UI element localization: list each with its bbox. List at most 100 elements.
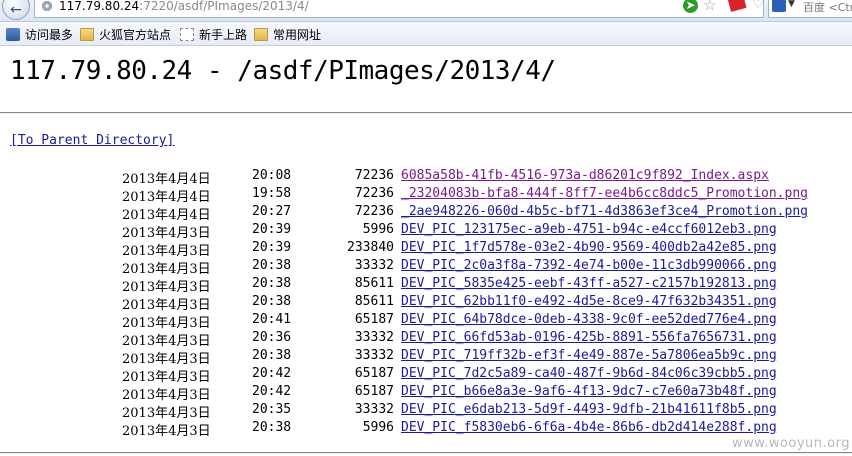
file-time: 20:41 xyxy=(252,312,292,327)
bookmark-label: 新手上路 xyxy=(199,27,248,42)
navigation-toolbar: ← 117.79.80.24:7220/asdf/PImages/2013/4/… xyxy=(0,0,852,22)
back-arrow-icon: ← xyxy=(10,2,22,18)
file-link[interactable]: DEV_PIC_f5830eb6-6f6a-4b4e-86b6-db2d414e… xyxy=(401,420,777,435)
file-row: 2013年4月4日 20:08 72236 6085a58b-41fb-4516-97… xyxy=(0,168,852,187)
file-date: 2013年4月3日 xyxy=(122,334,211,349)
file-link[interactable]: DEV_PIC_62bb11f0-e492-4d5e-8ce9-47f632b3… xyxy=(401,294,777,309)
search-input[interactable]: 百度 <Ctr xyxy=(803,0,852,15)
file-time: 20:35 xyxy=(252,402,292,417)
file-link[interactable]: DEV_PIC_5835e425-eebf-43ff-a527-c2157b19… xyxy=(401,276,777,291)
file-time: 20:39 xyxy=(252,240,292,255)
file-row: 2013年4月3日 20:38 33332 DEV_PIC_2c0a3f8a-7392… xyxy=(0,258,852,277)
file-date: 2013年4月4日 xyxy=(122,190,211,205)
file-row: 2013年4月4日 20:27 72236 _2ae948226-060d-4b5c-… xyxy=(0,204,852,223)
parent-directory-link[interactable]: [To Parent Directory] xyxy=(10,133,174,148)
url-text[interactable]: 117.79.80.24:7220/asdf/PImages/2013/4/ xyxy=(59,0,309,13)
star-icon[interactable]: ☆ xyxy=(703,0,716,14)
flag-icon[interactable] xyxy=(727,0,747,12)
bookmark-getting-started[interactable]: 新手上路 xyxy=(180,26,247,42)
file-row: 2013年4月3日 20:41 65187 DEV_PIC_64b78dce-0deb… xyxy=(0,312,852,331)
file-date: 2013年4月3日 xyxy=(122,226,211,241)
file-link[interactable]: DEV_PIC_1f7d578e-03e2-4b90-9569-400db2a4… xyxy=(401,240,777,255)
file-date: 2013年4月3日 xyxy=(122,298,211,313)
folder-icon xyxy=(80,27,94,41)
file-link[interactable]: DEV_PIC_e6dab213-5d9f-4493-9dfb-21b41611… xyxy=(401,402,777,417)
file-time: 20:38 xyxy=(252,294,292,309)
bookmark-label: 常用网址 xyxy=(273,27,322,42)
file-time: 20:38 xyxy=(252,348,292,363)
file-row: 2013年4月3日 20:42 65187 DEV_PIC_7d2c5a89-ca40… xyxy=(0,366,852,385)
file-row: 2013年4月3日 20:35 33332 DEV_PIC_e6dab213-5d9f… xyxy=(0,402,852,421)
file-link[interactable]: DEV_PIC_64b78dce-0deb-4338-9c0f-ee52ded7… xyxy=(401,312,777,327)
file-row: 2013年4月3日 20:38 5996 DEV_PIC_f5830eb6-6f6a-… xyxy=(0,420,852,439)
file-size: 33332 xyxy=(354,348,394,363)
file-link[interactable]: _23204083b-bfa8-444f-8ff7-ee4b6cc8ddc5_P… xyxy=(401,186,808,201)
address-bar[interactable]: 117.79.80.24:7220/asdf/PImages/2013/4/ ➤… xyxy=(34,0,798,18)
file-time: 20:27 xyxy=(252,204,292,219)
page-icon xyxy=(180,27,194,41)
site-identity-icon[interactable] xyxy=(41,0,53,12)
file-row: 2013年4月3日 20:38 85611 DEV_PIC_5835e425-eebf… xyxy=(0,276,852,295)
file-row: 2013年4月3日 20:38 85611 DEV_PIC_62bb11f0-e492… xyxy=(0,294,852,313)
file-time: 20:38 xyxy=(252,276,292,291)
file-size: 233840 xyxy=(347,240,394,255)
bookmark-firefox-site[interactable]: 火狐官方站点 xyxy=(80,26,171,42)
file-date: 2013年4月3日 xyxy=(122,388,211,403)
file-time: 20:36 xyxy=(252,330,292,345)
file-size: 72236 xyxy=(354,168,394,183)
file-time: 20:39 xyxy=(252,222,292,237)
most-visited-icon xyxy=(6,27,20,41)
bookmarks-toolbar: 访问最多 火狐官方站点 新手上路 常用网址 xyxy=(0,22,852,46)
folder-icon xyxy=(254,27,268,41)
back-button[interactable]: ← xyxy=(2,0,30,20)
page-title: 117.79.80.24 - /asdf/PImages/2013/4/ xyxy=(10,56,556,86)
file-size: 85611 xyxy=(354,294,394,309)
file-time: 20:42 xyxy=(252,384,292,399)
file-size: 65187 xyxy=(354,384,394,399)
bookmark-common-sites[interactable]: 常用网址 xyxy=(254,26,321,42)
divider xyxy=(0,452,852,454)
file-date: 2013年4月3日 xyxy=(122,370,211,385)
divider xyxy=(0,112,852,114)
file-date: 2013年4月3日 xyxy=(122,280,211,295)
file-link[interactable]: DEV_PIC_66fd53ab-0196-425b-8891-556fa765… xyxy=(401,330,777,345)
file-link[interactable]: 6085a58b-41fb-4516-973a-d86201c9f892_Ind… xyxy=(401,168,769,183)
baidu-icon[interactable] xyxy=(772,0,786,12)
file-size: 33332 xyxy=(354,330,394,345)
file-date: 2013年4月3日 xyxy=(122,316,211,331)
bookmark-label: 访问最多 xyxy=(25,27,74,42)
url-host: 117.79.80.24 xyxy=(59,0,140,13)
file-size: 72236 xyxy=(354,186,394,201)
heart-icon[interactable]: ♡ xyxy=(752,0,765,12)
file-date: 2013年4月4日 xyxy=(122,208,211,223)
file-size: 33332 xyxy=(354,258,394,273)
file-link[interactable]: DEV_PIC_b66e8a3e-9af6-4f13-9dc7-c7e60a73… xyxy=(401,384,777,399)
file-link[interactable]: DEV_PIC_7d2c5a89-ca40-487f-9b6d-84c06c39… xyxy=(401,366,777,381)
file-row: 2013年4月3日 20:39 5996 DEV_PIC_123175ec-a9eb-… xyxy=(0,222,852,241)
search-box[interactable]: ▼ 百度 <Ctr xyxy=(768,0,852,18)
search-engine-dropdown-icon[interactable]: ▼ xyxy=(788,0,795,9)
url-path: :7220/asdf/PImages/2013/4/ xyxy=(139,0,309,13)
file-size: 5996 xyxy=(362,222,394,237)
file-size: 85611 xyxy=(354,276,394,291)
file-time: 20:42 xyxy=(252,366,292,381)
file-listing: 2013年4月4日 20:08 72236 6085a58b-41fb-4516-97… xyxy=(0,168,852,439)
file-date: 2013年4月3日 xyxy=(122,262,211,277)
file-link[interactable]: DEV_PIC_2c0a3f8a-7392-4e74-b00e-11c3db99… xyxy=(401,258,777,273)
bookmark-most-visited[interactable]: 访问最多 xyxy=(6,26,73,42)
bookmark-label: 火狐官方站点 xyxy=(99,27,172,42)
file-link[interactable]: DEV_PIC_123175ec-a9eb-4751-b94c-e4ccf601… xyxy=(401,222,777,237)
watermark: www.wooyun.org xyxy=(731,436,850,451)
file-date: 2013年4月3日 xyxy=(122,406,211,421)
file-time: 20:08 xyxy=(252,168,292,183)
go-icon[interactable]: ➤ xyxy=(683,0,698,13)
file-time: 19:58 xyxy=(252,186,292,201)
file-date: 2013年4月4日 xyxy=(122,172,211,187)
file-date: 2013年4月3日 xyxy=(122,244,211,259)
file-row: 2013年4月4日 19:58 72236 _23204083b-bfa8-444f-… xyxy=(0,186,852,205)
file-link[interactable]: DEV_PIC_719ff32b-ef3f-4e49-887e-5a7806ea… xyxy=(401,348,777,363)
file-size: 72236 xyxy=(354,204,394,219)
file-size: 5996 xyxy=(362,420,394,435)
file-size: 33332 xyxy=(354,402,394,417)
file-link[interactable]: _2ae948226-060d-4b5c-bf71-4d3863ef3ce4_P… xyxy=(401,204,808,219)
